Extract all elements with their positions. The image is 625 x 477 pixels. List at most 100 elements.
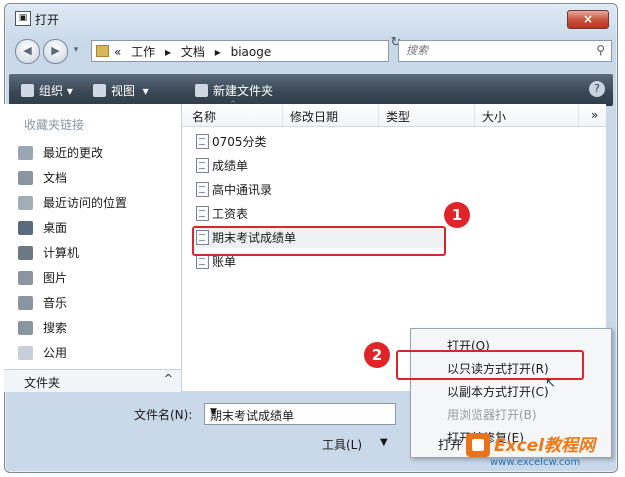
watermark-url: www.excelcw.com: [490, 457, 581, 468]
pictures-icon: [18, 271, 33, 285]
search-folder-icon: [18, 321, 33, 335]
back-arrow-icon: ◀: [23, 44, 32, 57]
organize-button[interactable]: 组织 ▾: [21, 82, 73, 99]
recent-changes-icon: [18, 146, 33, 160]
forward-button[interactable]: ▶: [43, 39, 68, 64]
search-input[interactable]: [404, 43, 578, 58]
document-icon: [196, 206, 209, 221]
back-button[interactable]: ◀: [15, 39, 40, 64]
command-toolbar: 组织 ▾ 视图 ▾ 新建文件夹 ?: [9, 74, 613, 106]
new-folder-icon: [195, 84, 208, 97]
recent-pages-dropdown[interactable]: ▾: [69, 39, 83, 62]
search-box[interactable]: ⚲: [398, 40, 612, 62]
new-folder-button[interactable]: 新建文件夹: [195, 82, 273, 99]
breadcrumb-separator[interactable]: ▸: [165, 45, 171, 59]
sidebar-item-label: 文档: [43, 171, 68, 185]
column-header-modified[interactable]: 修改日期: [290, 108, 338, 125]
sidebar-item-recent-changes[interactable]: 最近的更改: [18, 142, 103, 164]
organize-icon: [21, 84, 34, 97]
file-name: 工资表: [212, 207, 249, 221]
file-item[interactable]: 高中通讯录: [196, 180, 272, 200]
column-header-type[interactable]: 类型: [386, 108, 410, 125]
column-header-row: 名称 ^ 修改日期 类型 大小 »: [182, 100, 606, 127]
file-name: 账单: [212, 255, 237, 269]
watermark-brand: Excel教程网: [494, 436, 596, 456]
sidebar-item-documents[interactable]: 文档: [18, 167, 67, 189]
watermark: Excel教程网 www.excelcw.com: [466, 431, 618, 473]
document-icon: [196, 254, 209, 269]
music-icon: [18, 296, 33, 310]
views-label: 视图: [111, 84, 136, 98]
callout-step-2: 2: [364, 342, 390, 368]
more-columns-button[interactable]: »: [591, 108, 598, 122]
file-item[interactable]: 成绩单: [196, 156, 248, 176]
callout-step-1: 1: [444, 202, 470, 228]
sidebar-item-label: 图片: [43, 271, 68, 285]
filename-label: 文件名(N):: [134, 408, 193, 422]
breadcrumb-item-documents[interactable]: 文档: [181, 45, 205, 59]
window-title: 打开: [35, 13, 60, 27]
public-icon: [18, 346, 33, 360]
sidebar-item-computer[interactable]: 计算机: [18, 242, 79, 264]
column-header-name[interactable]: 名称: [192, 108, 216, 125]
sidebar-item-label: 桌面: [43, 221, 68, 235]
address-row: ◀ ▶ ▾ « 工作 ▸ 文档 ▸ biaoge ▾ ↻ ⚲: [5, 33, 617, 67]
breadcrumb-item-biaoge[interactable]: biaoge: [231, 45, 272, 59]
documents-icon: [18, 171, 33, 185]
column-divider[interactable]: [474, 104, 475, 126]
document-icon: [196, 158, 209, 173]
sidebar-item-public[interactable]: 公用: [18, 342, 67, 364]
filename-input[interactable]: 期末考试成绩单 ▼: [204, 403, 396, 425]
search-icon: ⚲: [596, 43, 605, 57]
highlight-box-file: [192, 226, 446, 256]
file-name: 0705分类: [212, 135, 267, 149]
chevron-up-icon[interactable]: ^: [164, 372, 173, 385]
column-divider[interactable]: [282, 104, 283, 126]
filename-dropdown-icon[interactable]: ▼: [210, 407, 391, 417]
file-name: 成绩单: [212, 159, 249, 173]
breadcrumb-overflow[interactable]: «: [114, 45, 121, 59]
breadcrumb: « 工作 ▸ 文档 ▸ biaoge: [114, 43, 277, 60]
watermark-logo-icon: [466, 433, 490, 457]
sidebar-item-label: 搜索: [43, 321, 68, 335]
sidebar-item-recent-places[interactable]: 最近访问的位置: [18, 192, 127, 214]
column-header-size[interactable]: 大小: [482, 108, 506, 125]
sidebar-item-label: 最近的更改: [43, 146, 104, 160]
close-button[interactable]: ×: [567, 10, 609, 29]
folders-toggle-bar[interactable]: 文件夹 ^: [4, 369, 182, 392]
folder-icon: [96, 45, 109, 57]
breadcrumb-item-work[interactable]: 工作: [131, 45, 155, 59]
sidebar-item-search[interactable]: 搜索: [18, 317, 67, 339]
mouse-cursor-icon: ↖: [545, 376, 556, 391]
document-icon: [196, 182, 209, 197]
dialog-icon: ▣: [15, 11, 31, 26]
forward-arrow-icon: ▶: [51, 44, 60, 57]
sidebar-item-pictures[interactable]: 图片: [18, 267, 67, 289]
favorite-links-header: 收藏夹链接: [24, 118, 85, 132]
file-item[interactable]: 0705分类: [196, 132, 267, 152]
sidebar-item-label: 公用: [43, 346, 68, 360]
title-bar[interactable]: ▣ 打开 ×: [5, 4, 617, 32]
new-folder-label: 新建文件夹: [213, 84, 274, 98]
sidebar-item-desktop[interactable]: 桌面: [18, 217, 67, 239]
breadcrumb-separator[interactable]: ▸: [215, 45, 221, 59]
sidebar-item-label: 最近访问的位置: [43, 196, 128, 210]
help-button[interactable]: ?: [589, 81, 605, 97]
desktop-icon: [18, 221, 33, 235]
tools-dropdown-icon[interactable]: ▼: [380, 437, 388, 448]
column-divider[interactable]: [378, 104, 379, 126]
tools-button[interactable]: 工具(L): [322, 436, 362, 453]
column-divider[interactable]: [578, 104, 579, 126]
recent-places-icon: [18, 196, 33, 210]
views-button[interactable]: 视图 ▾: [93, 82, 149, 99]
document-icon: [196, 134, 209, 149]
file-item[interactable]: 工资表: [196, 204, 248, 224]
file-name: 高中通讯录: [212, 183, 273, 197]
open-button[interactable]: 打开: [438, 436, 462, 453]
sidebar-item-music[interactable]: 音乐: [18, 292, 67, 314]
organize-label: 组织: [39, 84, 64, 98]
address-bar[interactable]: « 工作 ▸ 文档 ▸ biaoge ▾: [91, 40, 441, 62]
sort-ascending-icon: ^: [230, 100, 236, 108]
navigation-pane: 收藏夹链接 最近的更改 文档 最近访问的位置 桌面 计算机 图片 音乐 搜索 公…: [4, 104, 182, 369]
folders-label: 文件夹: [24, 376, 61, 390]
